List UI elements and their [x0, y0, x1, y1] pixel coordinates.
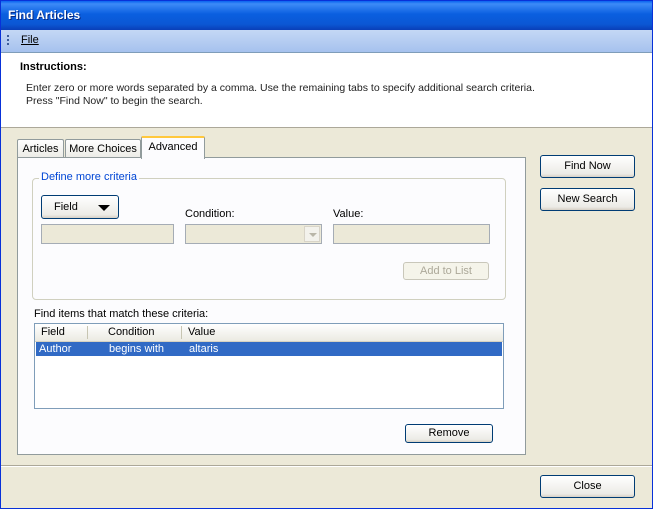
row-field: Author [39, 343, 72, 355]
criteria-list[interactable]: Field Condition Value Author begins with… [34, 323, 504, 409]
chevron-down-icon [98, 205, 110, 211]
advanced-tab-panel: Define more criteria Field Condition: Va… [17, 157, 526, 455]
menu-file[interactable]: File [21, 34, 39, 46]
list-item[interactable]: Author begins with altaris [36, 342, 502, 356]
define-criteria-group: Define more criteria Field Condition: Va… [32, 171, 506, 300]
value-input[interactable] [333, 224, 490, 244]
match-list-label: Find items that match these criteria: [34, 308, 209, 320]
row-condition: begins with [109, 343, 165, 355]
instructions-line-1: Enter zero or more words separated by a … [26, 82, 535, 94]
toolbar-grip-icon[interactable] [7, 35, 10, 47]
column-header-condition[interactable]: Condition [108, 326, 154, 338]
chevron-down-icon[interactable] [304, 226, 320, 242]
condition-label: Condition: [185, 208, 235, 220]
instructions-heading: Instructions: [20, 61, 87, 73]
find-now-button[interactable]: Find Now [540, 155, 635, 178]
close-button[interactable]: Close [540, 475, 635, 498]
add-to-list-button[interactable]: Add to List [403, 262, 489, 280]
title-bar[interactable]: Find Articles [1, 1, 652, 30]
remove-button[interactable]: Remove [405, 424, 493, 443]
list-header: Field Condition Value [35, 324, 503, 342]
field-dropdown-button[interactable]: Field [41, 195, 119, 219]
tab-articles[interactable]: Articles [17, 139, 64, 158]
value-label: Value: [333, 208, 364, 220]
define-criteria-title: Define more criteria [39, 171, 139, 183]
field-button-label: Field [54, 201, 78, 213]
row-value: altaris [189, 343, 219, 355]
instructions-line-2: Press "Find Now" to begin the search. [26, 95, 203, 107]
column-header-value[interactable]: Value [188, 326, 215, 338]
find-articles-window: Find Articles File Instructions: Enter z… [0, 0, 653, 509]
tab-more-choices[interactable]: More Choices [65, 139, 141, 158]
window-title: Find Articles [8, 8, 81, 22]
new-search-button[interactable]: New Search [540, 188, 635, 211]
field-input[interactable] [41, 224, 174, 244]
tab-advanced[interactable]: Advanced [141, 136, 205, 159]
condition-select[interactable] [185, 224, 322, 244]
column-header-field[interactable]: Field [41, 326, 65, 338]
menu-bar: File [1, 30, 652, 53]
instructions-panel: Instructions: Enter zero or more words s… [1, 53, 652, 128]
